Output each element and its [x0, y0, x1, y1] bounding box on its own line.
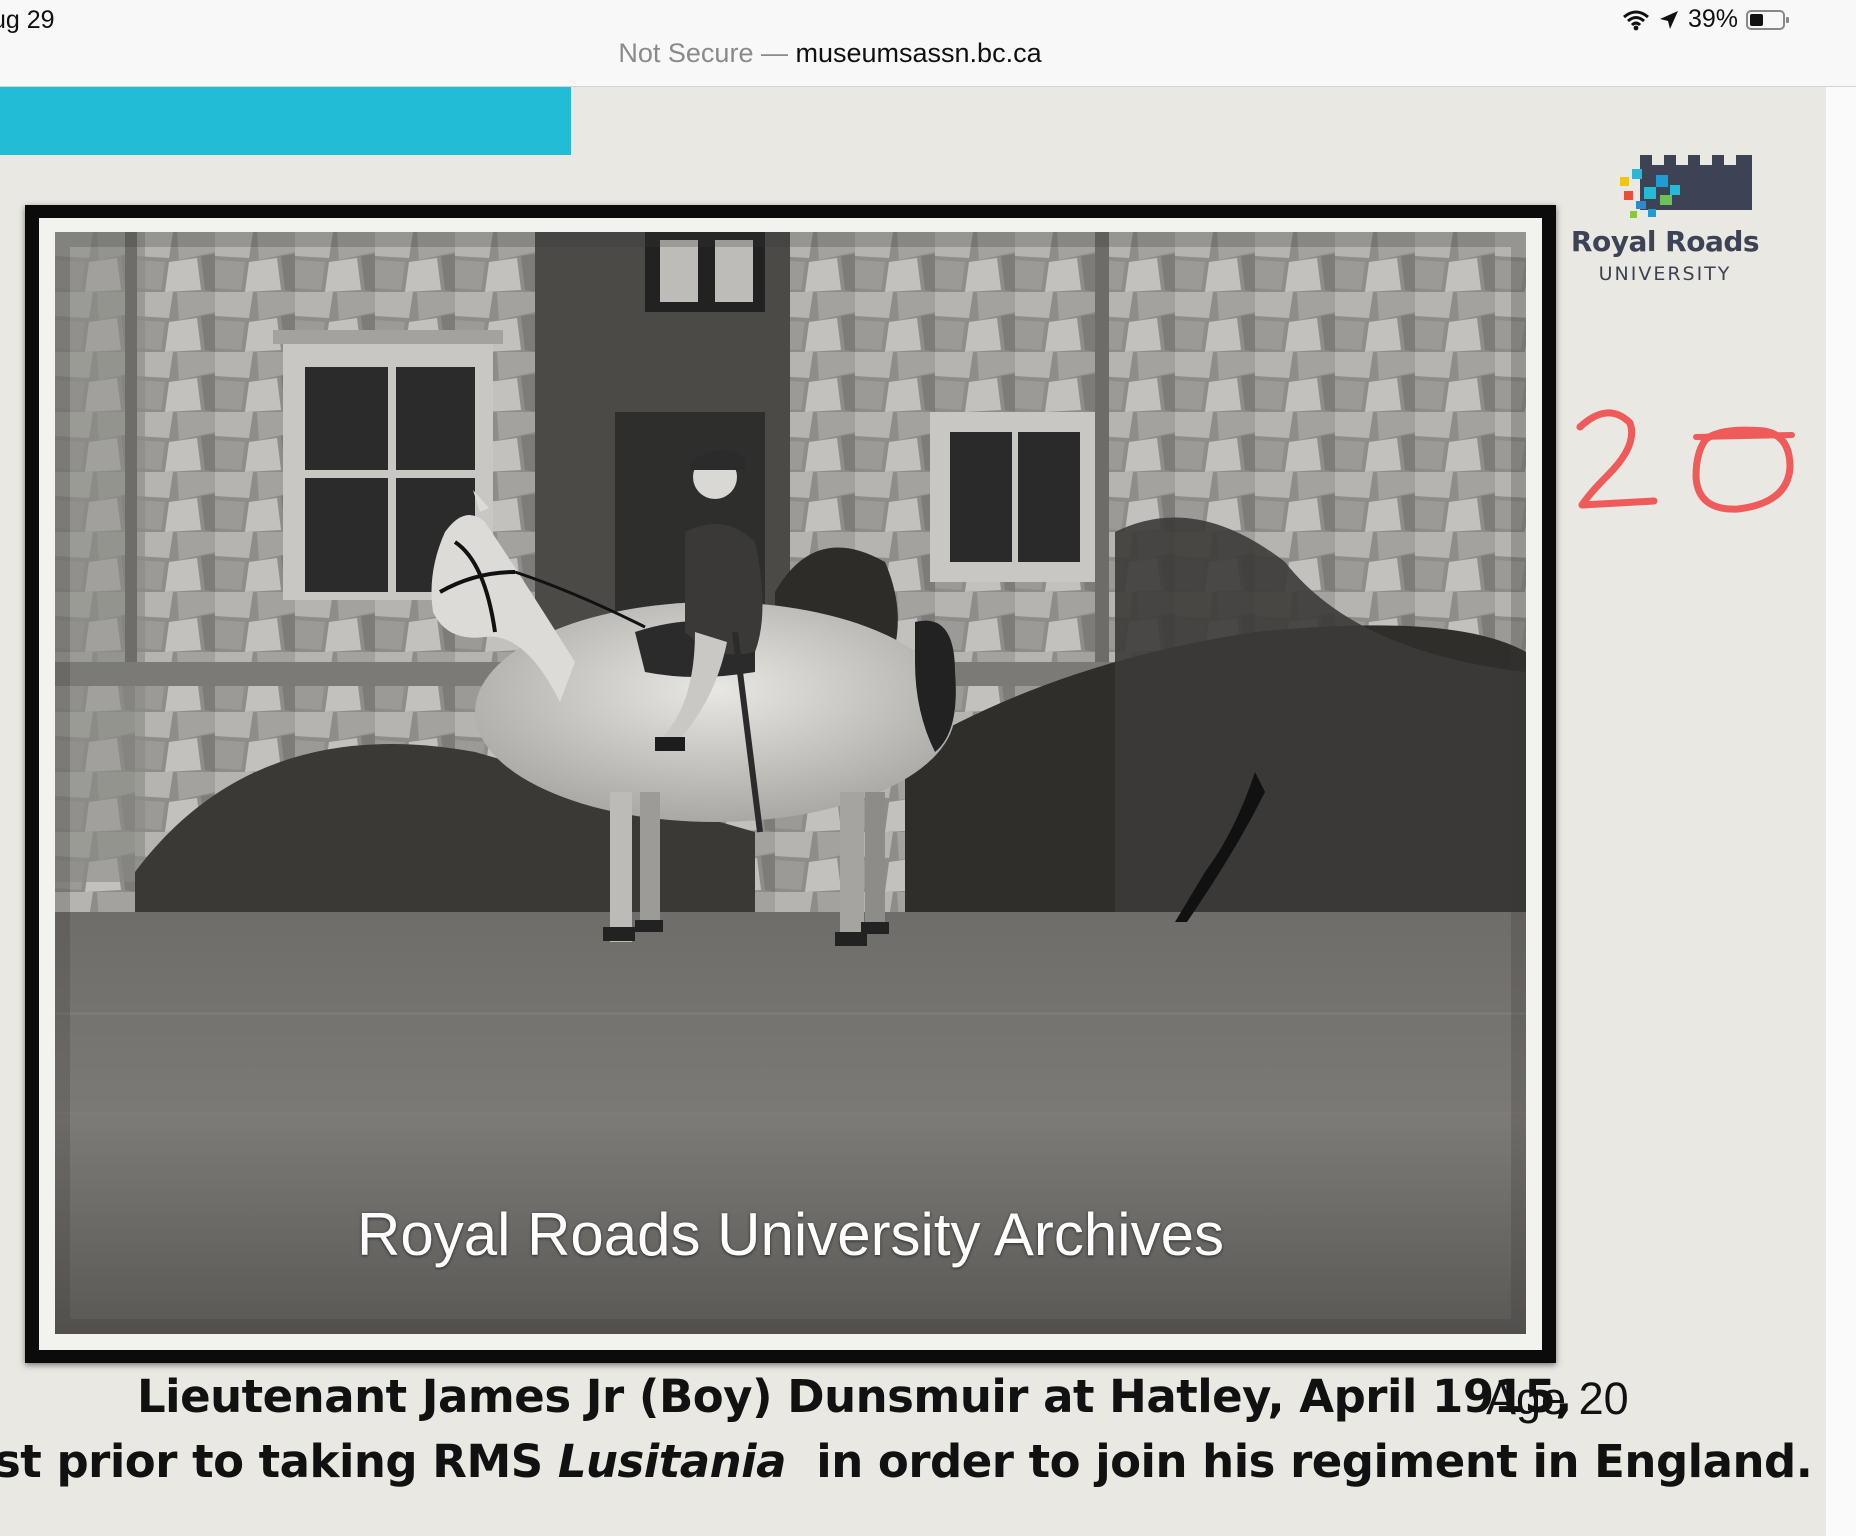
- slide-page: Royal Roads UNIVERSITY Royal Roads Unive…: [0, 87, 1826, 1536]
- caption-age: Age 20: [1486, 1373, 1629, 1424]
- security-label: Not Secure —: [618, 38, 788, 68]
- logo-name: Royal Roads: [1570, 225, 1760, 258]
- logo-subtitle: UNIVERSITY: [1598, 263, 1732, 285]
- rider-on-horse-photo: [55, 232, 1526, 1334]
- handwritten-number: [1576, 409, 1795, 513]
- photo-watermark: Royal Roads University Archives: [357, 1201, 1224, 1268]
- status-time: ug 29: [0, 6, 55, 34]
- wifi-icon: [1622, 10, 1649, 30]
- location-arrow-icon: [1659, 10, 1678, 29]
- caption-line-2-pre: st prior to taking RMS: [0, 1435, 558, 1488]
- photo-mat: Royal Roads University Archives: [39, 218, 1542, 1350]
- caption-ship-name: Lusitania: [557, 1435, 787, 1488]
- battery-icon: [1746, 9, 1789, 30]
- browser-status-bar: ug 29 Not Secure — museumsassn.bc.ca 39%: [0, 0, 1856, 87]
- address-bar[interactable]: Not Secure — museumsassn.bc.ca: [0, 38, 1660, 69]
- caption-line-1: Lieutenant James Jr (Boy) Dunsmuir at Ha…: [137, 1370, 1572, 1423]
- accent-bar: [0, 87, 571, 155]
- archive-photo: Royal Roads University Archives: [55, 232, 1526, 1334]
- battery-percent: 39%: [1687, 5, 1738, 33]
- caption-line-2-post: in order to join his regiment in England…: [785, 1435, 1813, 1488]
- status-indicators: 39%: [1622, 5, 1790, 34]
- url-domain: museumsassn.bc.ca: [795, 38, 1042, 68]
- photo-frame: Royal Roads University Archives: [25, 205, 1556, 1363]
- scroll-gutter: [1822, 87, 1856, 1536]
- caption-line-2: st prior to taking RMS Lusitania in orde…: [0, 1435, 1813, 1488]
